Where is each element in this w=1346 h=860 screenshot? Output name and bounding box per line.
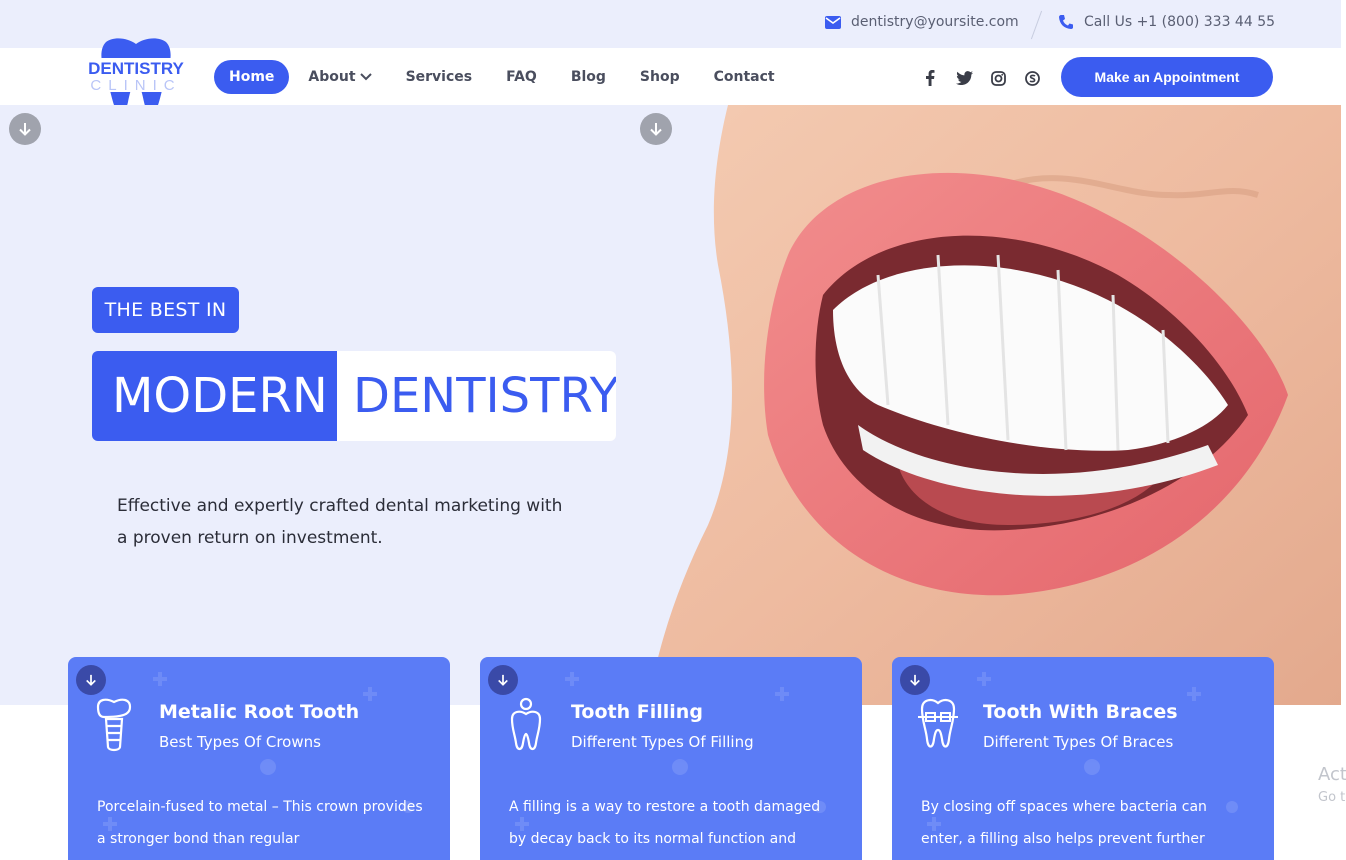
nav-item-shop[interactable]: Shop bbox=[623, 60, 697, 94]
card-title: Metalic Root Tooth bbox=[159, 701, 360, 723]
nav-item-about-label: About bbox=[308, 69, 356, 85]
nav-item-home[interactable]: Home bbox=[214, 60, 290, 94]
logo-line2: CLINIC bbox=[90, 77, 181, 94]
nav-item-about[interactable]: About bbox=[291, 60, 388, 94]
nav-menu: Home About Services FAQ Blog Shop Contac… bbox=[214, 60, 792, 94]
card-scroll-button[interactable] bbox=[76, 665, 106, 695]
arrow-down-icon bbox=[19, 123, 31, 136]
email-text: dentistry@yoursite.com bbox=[851, 14, 1019, 30]
phone-icon bbox=[1059, 15, 1073, 29]
headline-word-2: DENTISTRY bbox=[337, 351, 616, 441]
card-body: By closing off spaces where bacteria can… bbox=[921, 799, 1207, 847]
envelope-icon bbox=[825, 15, 841, 29]
social-links bbox=[920, 68, 1042, 88]
hero-lead-text: Effective and expertly crafted dental ma… bbox=[117, 496, 563, 548]
headline-word-1: MODERN bbox=[92, 351, 337, 441]
hero-kicker: THE BEST IN bbox=[92, 287, 239, 333]
os-watermark-line2: Go t bbox=[1318, 790, 1346, 805]
arrow-down-icon bbox=[498, 674, 508, 686]
smiling-mouth-image bbox=[648, 105, 1341, 705]
card-body: Porcelain-fused to metal – This crown pr… bbox=[97, 799, 423, 847]
card-subtitle: Different Types Of Filling bbox=[571, 733, 754, 751]
card-subtitle: Best Types Of Crowns bbox=[159, 733, 321, 751]
tooth-filling-icon bbox=[510, 697, 542, 751]
topbar-divider bbox=[1030, 10, 1043, 40]
arrow-down-icon bbox=[910, 674, 920, 686]
arrow-down-icon bbox=[650, 123, 662, 136]
nav-item-faq[interactable]: FAQ bbox=[489, 60, 554, 94]
email-contact[interactable]: dentistry@yoursite.com bbox=[825, 14, 1019, 30]
facebook-icon[interactable] bbox=[920, 68, 940, 88]
card-body: A filling is a way to restore a tooth da… bbox=[509, 799, 821, 847]
dental-implant-icon bbox=[96, 698, 132, 752]
tooth-braces-icon bbox=[918, 698, 958, 748]
main-navigation: DENTISTRY CLINIC Home About Services FAQ… bbox=[0, 38, 1341, 113]
nav-item-blog[interactable]: Blog bbox=[554, 60, 623, 94]
nav-item-contact[interactable]: Contact bbox=[697, 60, 792, 94]
os-watermark-line1: Act bbox=[1318, 764, 1346, 785]
card-subtitle: Different Types Of Braces bbox=[983, 733, 1174, 751]
card-scroll-button[interactable] bbox=[900, 665, 930, 695]
service-card-metalic-root-tooth[interactable]: Metalic Root Tooth Best Types Of Crowns … bbox=[68, 657, 450, 860]
card-title: Tooth With Braces bbox=[983, 701, 1178, 723]
scroll-down-button[interactable] bbox=[9, 113, 41, 145]
card-scroll-button[interactable] bbox=[488, 665, 518, 695]
dentistry-clinic-logo[interactable]: DENTISTRY CLINIC bbox=[84, 36, 188, 116]
twitter-icon[interactable] bbox=[954, 68, 974, 88]
phone-text: Call Us +1 (800) 333 44 55 bbox=[1084, 14, 1276, 30]
card-title: Tooth Filling bbox=[571, 701, 703, 723]
phone-contact[interactable]: Call Us +1 (800) 333 44 55 bbox=[1058, 14, 1275, 30]
chevron-down-icon bbox=[359, 73, 372, 81]
skype-icon[interactable] bbox=[1022, 68, 1042, 88]
service-card-tooth-filling[interactable]: Tooth Filling Different Types Of Filling… bbox=[480, 657, 862, 860]
instagram-icon[interactable] bbox=[988, 68, 1008, 88]
scroll-down-button-2[interactable] bbox=[640, 113, 672, 145]
nav-item-services[interactable]: Services bbox=[389, 60, 490, 94]
logo-line1: DENTISTRY bbox=[88, 59, 184, 78]
make-appointment-button[interactable]: Make an Appointment bbox=[1061, 57, 1273, 97]
top-info-bar: dentistry@yoursite.com Call Us +1 (800) … bbox=[0, 0, 1341, 48]
hero-headline: MODERN DENTISTRY bbox=[92, 351, 616, 441]
service-card-tooth-with-braces[interactable]: Tooth With Braces Different Types Of Bra… bbox=[892, 657, 1274, 860]
arrow-down-icon bbox=[86, 674, 96, 686]
